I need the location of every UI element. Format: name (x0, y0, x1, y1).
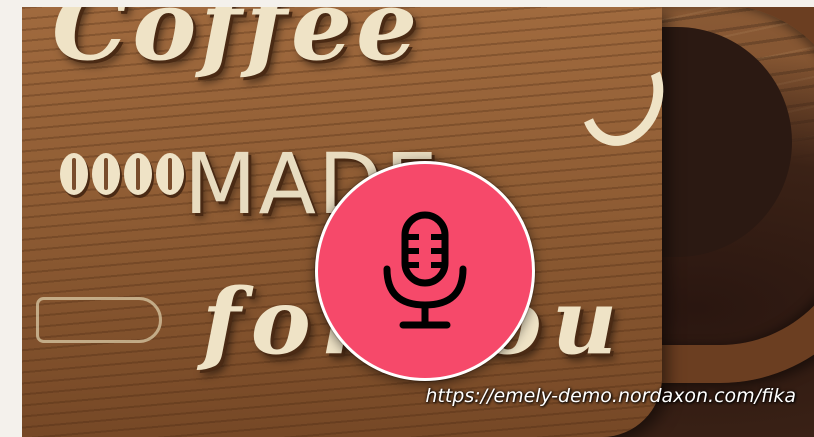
coffee-bean-icon (92, 153, 120, 195)
coffee-bean-icon (156, 153, 184, 195)
sign-script-word: Coffee (52, 7, 422, 82)
microphone-button[interactable] (315, 161, 535, 381)
microphone-icon (383, 211, 467, 329)
pointing-hand-icon (36, 297, 162, 343)
url-caption: https://emely-demo.nordaxon.com/fika (425, 385, 796, 407)
coffee-beans-icon (60, 153, 184, 195)
coffee-bean-icon (60, 153, 88, 195)
coffee-bean-icon (124, 153, 152, 195)
